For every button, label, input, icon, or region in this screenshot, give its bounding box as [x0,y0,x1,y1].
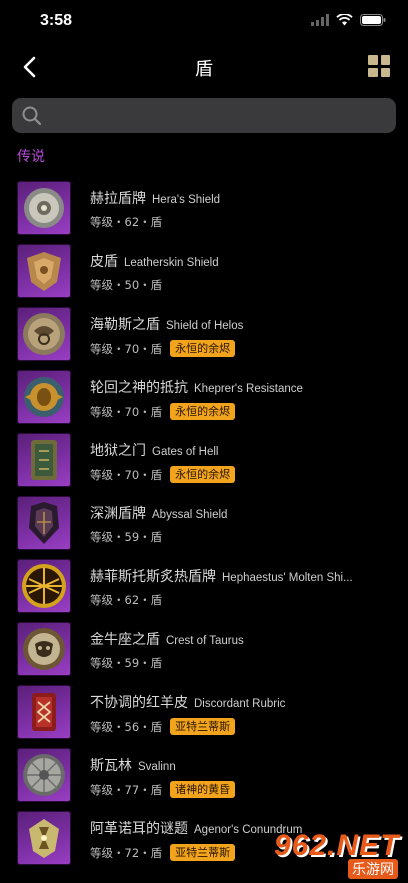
search-input[interactable] [52,98,386,135]
section-title: 传说 [17,149,45,165]
status-icons [311,14,386,26]
watermark-sub: 乐游网 [348,859,398,879]
list-item[interactable]: 深渊盾牌 Abyssal Shield 等级・59・盾 [0,491,408,554]
item-name-cn: 斯瓦林 [90,758,132,774]
item-name-en: Hera's Shield [152,194,221,206]
item-name-row: 赫拉盾牌 Hera's Shield [90,188,390,208]
battery-icon [360,14,386,26]
item-name-row: 不协调的红羊皮 Discordant Rubric [90,692,390,712]
item-name-cn: 不协调的红羊皮 [90,695,188,711]
rubric-shield-icon [17,685,71,739]
item-meta-row: 等级・77・盾 诸神的黄昏 [90,781,236,798]
item-level: 等级・62・盾 [90,593,163,607]
list-item[interactable]: 金牛座之盾 Crest of Taurus 等级・59・盾 [0,617,408,680]
list-item[interactable]: 赫菲斯托斯炙热盾牌 Hephaestus' Molten Shi... 等级・62・… [0,554,408,617]
status-time: 3:58 [40,12,73,29]
svalinn-shield-icon [17,748,71,802]
list-item[interactable]: 轮回之神的抵抗 Kheprer's Resistance 等级・70・盾 永恒的余烬 [0,365,408,428]
item-meta-row: 等级・62・盾 [90,592,162,608]
search-bar[interactable] [12,98,396,135]
list-item[interactable]: 不协调的红羊皮 Discordant Rubric 等级・56・盾 亚特兰蒂斯 [0,680,408,743]
item-name-row: 地狱之门 Gates of Hell [90,440,390,460]
item-source-badge: 永恒的余烬 [170,340,236,357]
item-name-row: 轮回之神的抵抗 Kheprer's Resistance [90,377,390,397]
taurus-shield-icon [17,622,71,676]
abyssal-shield-icon [17,496,71,550]
item-name-en: Hephaestus' Molten Shi... [222,572,353,584]
hera-shield-icon [17,181,71,235]
list-item[interactable]: 海勒斯之盾 Shield of Helos 等级・70・盾 永恒的余烬 [0,302,408,365]
search-icon [22,106,42,126]
item-name-en: Kheprer's Resistance [194,383,303,395]
list-item[interactable]: 地狱之门 Gates of Hell 等级・70・盾 永恒的余烬 [0,428,408,491]
item-level: 等级・70・盾 [90,341,163,356]
item-source-badge: 诸神的黄昏 [170,781,236,798]
item-meta-row: 等级・59・盾 [90,529,162,545]
item-name-row: 皮盾 Leatherskin Shield [90,251,390,271]
helos-shield-icon [17,307,71,361]
item-source-badge: 亚特兰蒂斯 [170,844,236,861]
list-item[interactable]: 斯瓦林 Svalinn 等级・77・盾 诸神的黄昏 [0,743,408,806]
item-name-en: Leatherskin Shield [124,257,219,269]
item-name-en: Abyssal Shield [152,509,228,521]
kheprer-shield-icon [17,370,71,424]
list-item[interactable]: 皮盾 Leatherskin Shield 等级・50・盾 [0,239,408,302]
watermark-number: 962.NET [274,829,400,862]
status-bar: 3:58 [0,0,408,44]
item-name-en: Svalinn [138,761,176,773]
item-name-cn: 深渊盾牌 [90,506,146,522]
item-level: 等级・56・盾 [90,719,163,734]
item-source-badge: 永恒的余烬 [170,403,236,420]
item-meta-row: 等级・70・盾 永恒的余烬 [90,466,236,483]
leather-shield-icon [17,244,71,298]
page-title: 盾 [195,59,213,80]
item-level: 等级・72・盾 [90,845,163,860]
item-name-row: 金牛座之盾 Crest of Taurus [90,629,390,649]
item-meta-row: 等级・62・盾 [90,214,162,230]
item-list: 赫拉盾牌 Hera's Shield 等级・62・盾 皮盾 Leatherskin Sh… [0,176,408,869]
item-level: 等级・59・盾 [90,656,163,670]
agenor-shield-icon [17,811,71,865]
list-item[interactable]: 赫拉盾牌 Hera's Shield 等级・62・盾 [0,176,408,239]
item-name-cn: 阿革诺耳的谜题 [90,821,188,837]
item-name-cn: 金牛座之盾 [90,632,160,648]
item-name-en: Gates of Hell [152,446,219,458]
watermark-logo: 962.NET 乐游网 [264,829,402,881]
item-name-en: Shield of Helos [166,320,244,332]
item-meta-row: 等级・70・盾 永恒的余烬 [90,403,236,420]
grid-view-icon[interactable] [368,55,390,77]
item-name-row: 赫菲斯托斯炙热盾牌 Hephaestus' Molten Shi... [90,566,390,586]
item-meta-row: 等级・59・盾 [90,655,162,671]
signal-icon [311,14,329,26]
item-name-cn: 轮回之神的抵抗 [90,380,188,396]
item-meta-row: 等级・50・盾 [90,277,162,293]
item-meta-row: 等级・56・盾 亚特兰蒂斯 [90,718,236,735]
item-name-row: 深渊盾牌 Abyssal Shield [90,503,390,523]
item-name-cn: 赫菲斯托斯炙热盾牌 [90,569,216,585]
item-name-cn: 地狱之门 [90,443,146,459]
hephaestus-shield-icon [17,559,71,613]
nav-bar: 盾 [0,44,408,90]
item-level: 等级・62・盾 [90,215,163,229]
item-name-cn: 赫拉盾牌 [90,191,146,207]
item-level: 等级・50・盾 [90,278,163,292]
item-meta-row: 等级・72・盾 亚特兰蒂斯 [90,844,236,861]
wifi-icon [336,14,353,26]
item-level: 等级・70・盾 [90,467,163,482]
item-name-row: 斯瓦林 Svalinn [90,755,390,775]
gates-shield-icon [17,433,71,487]
item-name-en: Discordant Rubric [194,698,286,710]
item-name-en: Crest of Taurus [166,635,244,647]
item-name-cn: 海勒斯之盾 [90,317,160,333]
item-name-row: 海勒斯之盾 Shield of Helos [90,314,390,334]
item-source-badge: 亚特兰蒂斯 [170,718,236,735]
item-level: 等级・70・盾 [90,404,163,419]
item-meta-row: 等级・70・盾 永恒的余烬 [90,340,236,357]
item-name-cn: 皮盾 [90,254,118,270]
item-level: 等级・59・盾 [90,530,163,544]
item-level: 等级・77・盾 [90,782,163,797]
item-source-badge: 永恒的余烬 [170,466,236,483]
